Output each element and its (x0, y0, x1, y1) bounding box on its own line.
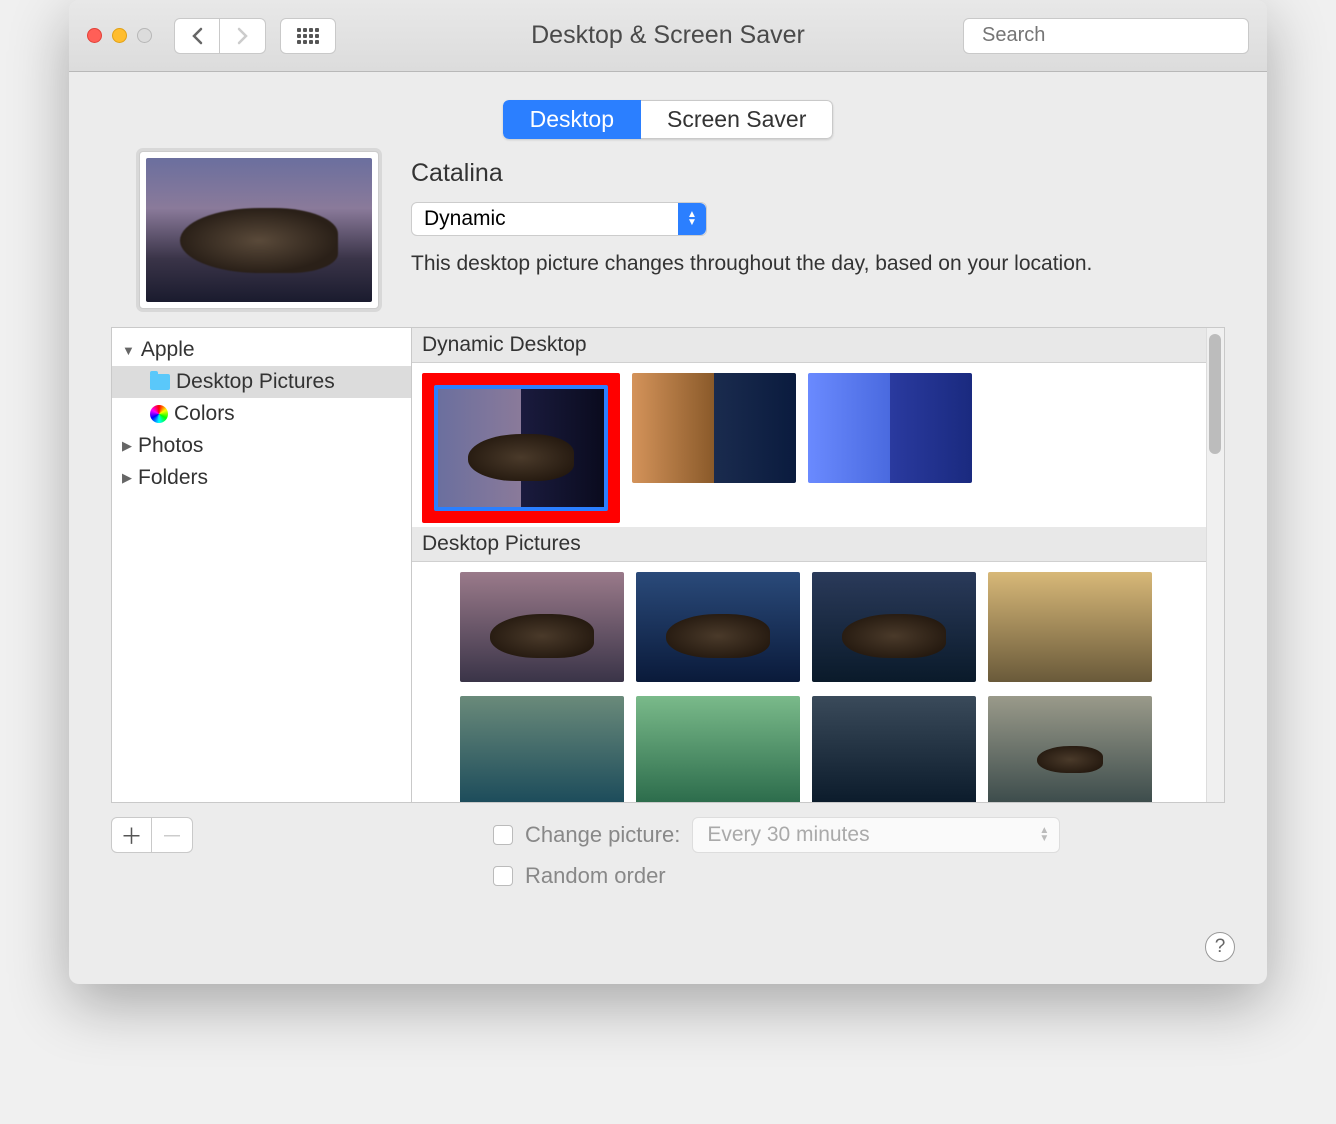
disclosure-triangle-icon[interactable]: ▶ (122, 470, 132, 486)
folder-icon (150, 374, 170, 390)
dynamic-thumb-mojave[interactable] (632, 373, 796, 483)
add-remove-buttons: ＋ － (111, 817, 193, 853)
dropdown-arrows-icon: ▲▼ (1039, 827, 1049, 843)
picture-thumb[interactable] (636, 696, 800, 802)
nav-buttons (174, 18, 266, 54)
sidebar-item-colors[interactable]: Colors (112, 398, 411, 430)
chevron-right-icon (237, 27, 249, 45)
search-field[interactable] (963, 18, 1249, 54)
tab-bar: Desktop Screen Saver (69, 72, 1267, 139)
picture-thumb[interactable] (988, 572, 1152, 682)
search-input[interactable] (982, 24, 1247, 47)
preferences-window: Desktop & Screen Saver Desktop Screen Sa… (69, 0, 1267, 984)
sidebar-label-apple: Apple (141, 338, 195, 362)
sidebar-label-colors: Colors (174, 402, 235, 426)
tab-desktop[interactable]: Desktop (503, 100, 641, 139)
disclosure-triangle-icon[interactable]: ▶ (122, 438, 132, 454)
grid-icon (297, 28, 319, 44)
random-order-checkbox (493, 866, 513, 886)
picture-thumb[interactable] (636, 572, 800, 682)
minimize-window-button[interactable] (112, 28, 127, 43)
wallpaper-browser: ▼ Apple Desktop Pictures Colors ▶ Photos… (111, 327, 1225, 803)
add-folder-button[interactable]: ＋ (112, 818, 152, 852)
sidebar-label-desktop-pictures: Desktop Pictures (176, 370, 335, 394)
zoom-window-button (137, 28, 152, 43)
wallpaper-mode-dropdown[interactable]: Dynamic ▲▼ (411, 202, 707, 236)
tab-screensaver[interactable]: Screen Saver (641, 100, 833, 139)
close-window-button[interactable] (87, 28, 102, 43)
wallpaper-description: This desktop picture changes throughout … (411, 252, 1092, 276)
back-button[interactable] (174, 18, 220, 54)
sidebar-label-photos: Photos (138, 434, 203, 458)
change-picture-checkbox[interactable] (493, 825, 513, 845)
titlebar: Desktop & Screen Saver (69, 0, 1267, 72)
wallpaper-gallery[interactable]: Dynamic Desktop Desktop Pictures (412, 328, 1224, 802)
picture-thumb[interactable] (812, 572, 976, 682)
window-controls (87, 28, 152, 43)
chevron-left-icon (191, 27, 203, 45)
gallery-scrollbar[interactable] (1206, 328, 1224, 802)
section-desktop-pictures: Desktop Pictures (412, 527, 1224, 562)
wallpaper-name: Catalina (411, 159, 1092, 188)
sidebar-label-folders: Folders (138, 466, 208, 490)
change-interval-dropdown: Every 30 minutes ▲▼ (692, 817, 1060, 853)
interval-value: Every 30 minutes (707, 823, 869, 847)
color-wheel-icon (150, 405, 168, 423)
current-wallpaper-preview (139, 151, 379, 309)
wallpaper-mode-value: Dynamic (424, 207, 506, 231)
picture-thumb[interactable] (812, 696, 976, 802)
dropdown-arrows-icon: ▲▼ (678, 203, 706, 235)
sidebar-item-folders[interactable]: ▶ Folders (112, 462, 411, 494)
dynamic-thumb-solar[interactable] (808, 373, 972, 483)
picture-thumb[interactable] (460, 696, 624, 802)
change-picture-label: Change picture: (525, 822, 680, 848)
bottom-controls: ＋ － Change picture: Every 30 minutes ▲▼ … (69, 803, 1267, 889)
scrollbar-thumb[interactable] (1209, 334, 1221, 454)
random-order-label: Random order (525, 863, 666, 889)
sidebar-item-desktop-pictures[interactable]: Desktop Pictures (112, 366, 411, 398)
sidebar-item-apple[interactable]: ▼ Apple (112, 334, 411, 366)
disclosure-triangle-icon[interactable]: ▼ (122, 343, 135, 358)
picture-thumb[interactable] (460, 572, 624, 682)
forward-button (220, 18, 266, 54)
show-all-button[interactable] (280, 18, 336, 54)
window-title: Desktop & Screen Saver (531, 21, 805, 50)
wallpaper-header: Catalina Dynamic ▲▼ This desktop picture… (69, 139, 1267, 309)
remove-folder-button: － (152, 818, 192, 852)
section-dynamic-desktop: Dynamic Desktop (412, 328, 1224, 363)
help-button[interactable]: ? (1205, 932, 1235, 962)
source-sidebar: ▼ Apple Desktop Pictures Colors ▶ Photos… (112, 328, 412, 802)
dynamic-thumb-catalina[interactable] (422, 373, 620, 523)
sidebar-item-photos[interactable]: ▶ Photos (112, 430, 411, 462)
picture-thumb[interactable] (988, 696, 1152, 802)
